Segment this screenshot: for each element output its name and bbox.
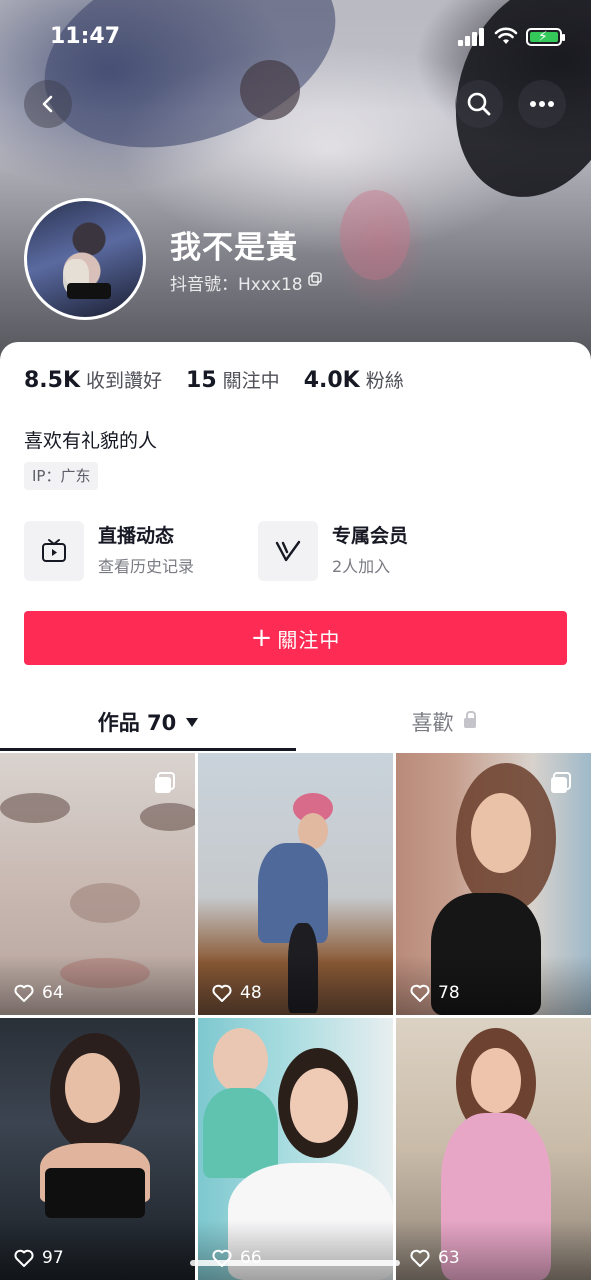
thumb-shape <box>203 1088 278 1178</box>
stat-following[interactable]: 15 關注中 <box>186 366 280 393</box>
stat-value: 15 <box>186 368 217 393</box>
like-count-value: 48 <box>240 983 262 1003</box>
avatar-figure <box>67 283 111 299</box>
vip-v-icon <box>258 521 318 581</box>
thumb-shape <box>0 793 70 823</box>
home-indicator[interactable] <box>190 1260 400 1266</box>
thumb-shape <box>140 803 195 831</box>
video-thumbnail[interactable]: 66 <box>198 1018 393 1280</box>
stat-value: 4.0K <box>303 368 360 393</box>
tab-likes-label: 喜歡 <box>411 711 454 735</box>
bio-text: 喜欢有礼貌的人 <box>24 430 158 452</box>
heart-icon <box>410 984 430 1002</box>
like-count: 64 <box>14 983 64 1003</box>
tab-works[interactable]: 作品 70 <box>0 694 296 750</box>
like-count: 97 <box>14 1248 64 1268</box>
douyin-id: 抖音號：Hxxx18 <box>170 275 303 295</box>
video-thumbnail[interactable]: 97 <box>0 1018 195 1280</box>
stat-followers[interactable]: 4.0K 粉絲 <box>304 366 404 393</box>
video-thumbnail[interactable]: 64 <box>0 753 195 1015</box>
content-tabs: 作品 70 喜歡 <box>0 694 591 751</box>
heart-icon <box>410 1249 430 1267</box>
like-count-value: 64 <box>42 983 64 1003</box>
back-button[interactable] <box>24 80 72 128</box>
video-thumbnail[interactable]: 48 <box>198 753 393 1015</box>
stat-likes[interactable]: 8.5K 收到讚好 <box>24 366 162 393</box>
feature-exclusive-membership[interactable]: 专属会员 2人加入 <box>258 520 408 582</box>
like-count-value: 97 <box>42 1248 64 1268</box>
stat-value: 8.5K <box>24 368 81 393</box>
feature-title: 直播动态 <box>98 525 175 547</box>
copy-icon[interactable] <box>308 272 322 286</box>
status-time: 11:47 <box>50 24 121 49</box>
like-count-value: 63 <box>438 1248 460 1268</box>
feature-title: 专属会员 <box>332 525 409 547</box>
battery-icon: ⚡ <box>526 28 565 46</box>
tab-works-label: 作品 70 <box>97 711 177 735</box>
feature-live-history[interactable]: 直播动态 查看历史记录 <box>24 520 194 582</box>
thumb-shape <box>65 1053 120 1123</box>
stats-row: 8.5K 收到讚好 15 關注中 4.0K 粉絲 <box>24 366 428 393</box>
stat-label: 收到讚好 <box>86 370 163 392</box>
follow-button[interactable]: + 關注中 <box>24 611 567 665</box>
caret-down-icon <box>186 717 199 727</box>
lock-icon <box>463 711 476 728</box>
thumb-shape <box>290 1068 348 1143</box>
search-icon <box>467 92 491 116</box>
video-thumbnail[interactable]: 78 <box>396 753 591 1015</box>
ip-location-badge: IP：广东 <box>24 462 99 490</box>
thumb-shape <box>471 1048 521 1113</box>
status-bar: 11:47 ⚡ <box>0 0 591 76</box>
feature-subtitle: 查看历史记录 <box>98 557 195 576</box>
video-thumbnail[interactable]: 63 <box>396 1018 591 1280</box>
thumb-shape <box>213 1028 268 1093</box>
thumb-shape <box>70 883 140 923</box>
video-grid: 64 48 78 97 66 63 <box>0 753 591 1280</box>
avatar[interactable] <box>24 198 146 320</box>
thumb-shape <box>471 793 531 873</box>
cellular-signal-icon <box>458 28 486 46</box>
like-count: 63 <box>410 1248 460 1268</box>
stat-label: 粉絲 <box>365 370 404 392</box>
heart-icon <box>14 984 34 1002</box>
like-count: 48 <box>212 983 262 1003</box>
charging-bolt-icon: ⚡ <box>538 29 548 45</box>
like-count-value: 78 <box>438 983 460 1003</box>
stat-label: 關注中 <box>222 370 280 392</box>
tv-icon <box>24 521 84 581</box>
profile-name: 我不是黃 <box>170 230 298 266</box>
active-tab-indicator <box>0 748 296 751</box>
more-options-button[interactable] <box>518 80 566 128</box>
pinned-icon <box>155 772 175 793</box>
search-button[interactable] <box>455 80 503 128</box>
feature-subtitle: 2人加入 <box>332 557 391 576</box>
wifi-icon <box>494 27 518 44</box>
follow-button-label: 關注中 <box>277 627 341 652</box>
heart-icon <box>212 984 232 1002</box>
tab-likes[interactable]: 喜歡 <box>296 694 591 750</box>
more-dots-icon <box>530 101 554 107</box>
pinned-icon <box>551 772 571 793</box>
plus-icon: + <box>250 623 274 653</box>
heart-icon <box>14 1249 34 1267</box>
thumb-shape <box>45 1168 145 1218</box>
chevron-left-icon <box>42 95 53 113</box>
like-count: 78 <box>410 983 460 1003</box>
